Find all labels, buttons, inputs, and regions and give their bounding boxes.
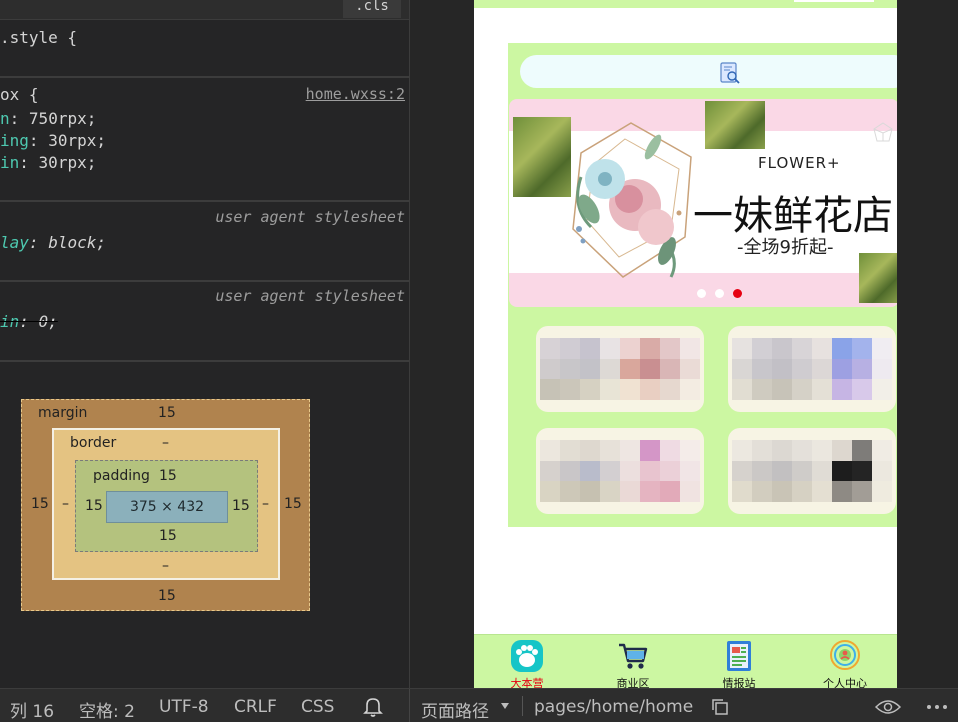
ua-rule-prop-margin-overridden: in: 0;: [0, 312, 58, 331]
cart-icon: [619, 643, 648, 669]
box-rule-prop-margin[interactable]: in: 30rpx;: [0, 153, 96, 172]
margin-label: margin: [38, 405, 88, 421]
tab-home[interactable]: 大本营: [474, 635, 580, 688]
tab-bar: 大本营 商业区 情报站 个人中心: [474, 634, 897, 688]
status-bar: 列 16 空格: 2 UTF-8 CRLF CSS 页面路径 pages/hom…: [0, 688, 958, 722]
search-bar[interactable]: [520, 55, 897, 88]
paw-icon: [511, 640, 543, 672]
banner-swiper[interactable]: FLOWER+ 一妹鲜花店 -全场9折起-: [509, 99, 897, 307]
banner-photo-right: [859, 253, 897, 303]
card-image-mosaic: [732, 440, 892, 502]
style-rule-selector[interactable]: .style {: [0, 28, 77, 47]
panel-gutter-left: [409, 0, 474, 688]
cursor-position[interactable]: 列 16: [10, 697, 54, 722]
banner-tagline: -全场9折起-: [737, 237, 834, 258]
encoding-setting[interactable]: UTF-8: [159, 697, 209, 717]
language-mode[interactable]: CSS: [301, 697, 334, 717]
swiper-dot[interactable]: [715, 289, 724, 298]
box-rule: ox { home.wxss:2 n: 750rpx; ing: 30rpx; …: [0, 78, 409, 202]
padding-top-value[interactable]: 15: [159, 468, 177, 484]
top-strip: [474, 0, 897, 8]
panel-gutter-right: [897, 0, 958, 688]
box-rule-prop-padding[interactable]: ing: 30rpx;: [0, 131, 106, 150]
padding-bottom-value[interactable]: 15: [159, 528, 177, 544]
styles-panel: .cls .style { ox { home.wxss:2 n: 750rpx…: [0, 0, 409, 688]
gem-outline-icon: [873, 122, 893, 142]
tab-label: 商业区: [616, 677, 650, 688]
swiper-dot[interactable]: [697, 289, 706, 298]
simulator-screen: FLOWER+ 一妹鲜花店 -全场9折起- 大本营 商业区 情报站 个人中心: [474, 0, 897, 688]
tab-profile[interactable]: 个人中心: [792, 635, 897, 688]
margin-right-value[interactable]: 15: [284, 496, 302, 512]
box-rule-source-link[interactable]: home.wxss:2: [306, 85, 405, 103]
category-card[interactable]: [536, 428, 704, 514]
box-model-border[interactable]: border – – – – padding 15 15 15 15 375 ×…: [52, 428, 280, 580]
tab-news[interactable]: 情报站: [686, 635, 792, 688]
box-rule-selector[interactable]: ox {: [0, 85, 39, 104]
box-model-margin[interactable]: margin 15 15 15 15 border – – – – paddin…: [21, 399, 310, 611]
page-path[interactable]: pages/home/home: [534, 697, 693, 717]
bell-icon[interactable]: [363, 696, 383, 718]
category-card[interactable]: [536, 326, 704, 412]
category-card[interactable]: [728, 428, 896, 514]
swiper-dot-active[interactable]: [733, 289, 742, 298]
box-rule-prop-width[interactable]: n: 750rpx;: [0, 109, 96, 128]
page-path-label[interactable]: 页面路径: [421, 697, 489, 722]
copy-icon[interactable]: [711, 698, 729, 716]
box-model-content[interactable]: 375 × 432: [106, 491, 228, 523]
cls-toggle-button[interactable]: .cls: [343, 0, 401, 18]
tab-market[interactable]: 商业区: [580, 635, 686, 688]
flower-illustration: [572, 122, 692, 278]
banner-subtitle: FLOWER+: [758, 154, 841, 172]
home-container: FLOWER+ 一妹鲜花店 -全场9折起-: [508, 43, 897, 527]
card-image-mosaic: [540, 440, 700, 502]
tab-label: 情报站: [722, 677, 756, 688]
card-image-mosaic: [540, 338, 700, 400]
card-image-mosaic: [732, 338, 892, 400]
ua-rule2-source: user agent stylesheet: [215, 287, 405, 305]
search-icon[interactable]: [718, 61, 742, 85]
category-card[interactable]: [728, 326, 896, 412]
tab-label: 大本营: [510, 677, 544, 688]
padding-right-value[interactable]: 15: [232, 498, 250, 514]
eye-icon[interactable]: [875, 699, 901, 715]
ua-rule-prop-display: lay: block;: [0, 233, 106, 252]
styles-toolbar: .cls: [0, 0, 409, 20]
border-right-value[interactable]: –: [262, 496, 269, 512]
ide-window: .cls .style { ox { home.wxss:2 n: 750rpx…: [0, 0, 958, 722]
margin-left-value[interactable]: 15: [31, 496, 49, 512]
margin-top-value[interactable]: 15: [158, 405, 176, 421]
border-left-value[interactable]: –: [62, 496, 69, 512]
style-rule: .style {: [0, 20, 409, 78]
border-bottom-value[interactable]: –: [162, 558, 169, 574]
ua-rule-source: user agent stylesheet: [215, 208, 405, 226]
tab-label: 个人中心: [823, 677, 867, 688]
padding-label: padding: [93, 468, 150, 484]
eol-setting[interactable]: CRLF: [234, 697, 277, 717]
ua-rule-display: user agent stylesheet lay: block;: [0, 202, 409, 282]
caret-down-icon[interactable]: [500, 702, 510, 710]
margin-bottom-value[interactable]: 15: [158, 588, 176, 604]
ua-rule-margin: user agent stylesheet in: 0;: [0, 282, 409, 362]
profile-icon: [830, 640, 860, 670]
news-icon: [727, 641, 751, 671]
border-top-value[interactable]: –: [162, 435, 169, 451]
more-icon[interactable]: [926, 704, 948, 710]
indentation-setting[interactable]: 空格: 2: [79, 697, 135, 722]
border-label: border: [70, 435, 117, 451]
box-model-padding[interactable]: padding 15 15 15 15 375 × 432: [75, 460, 258, 552]
padding-left-value[interactable]: 15: [85, 498, 103, 514]
banner-photo-top: [705, 101, 765, 149]
